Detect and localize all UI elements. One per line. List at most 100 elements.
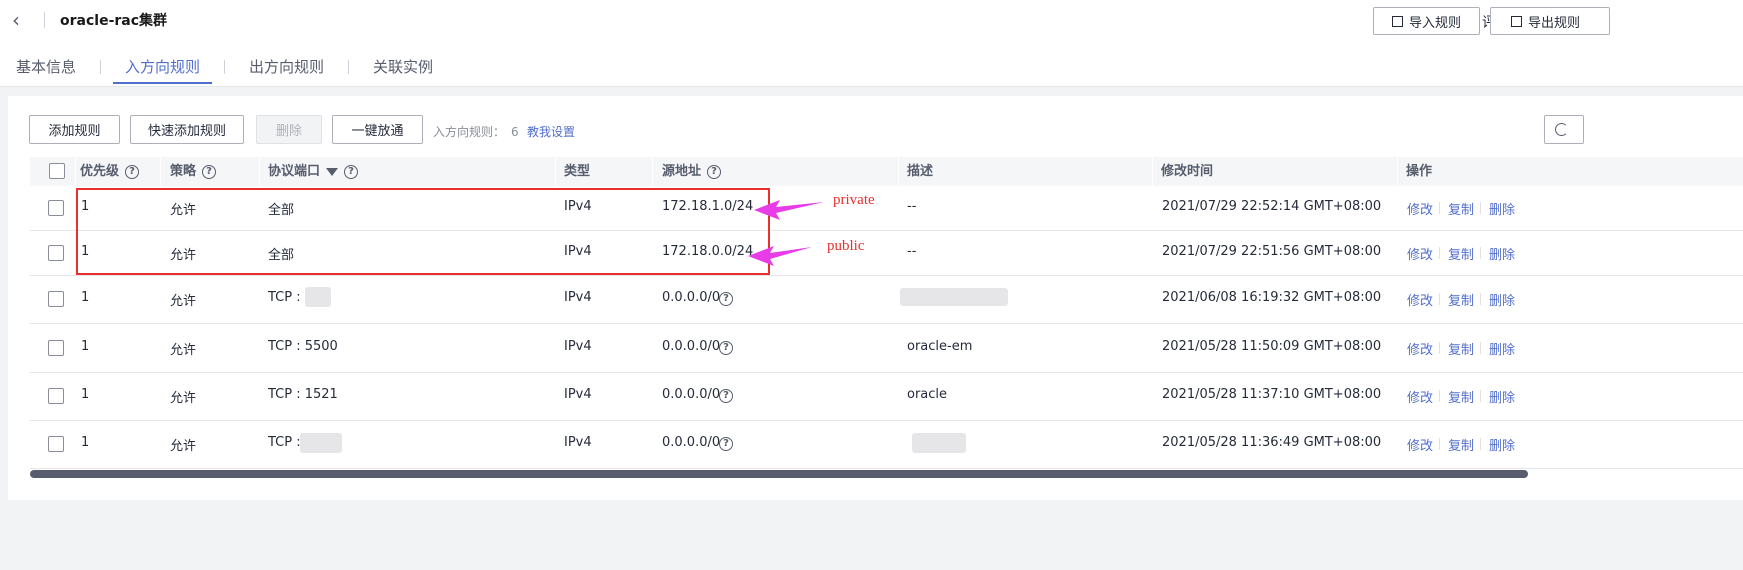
- delete-link[interactable]: 删除: [1489, 435, 1515, 454]
- cell-priority: 1: [81, 435, 90, 450]
- cell-description: --: [907, 243, 917, 259]
- cell-modified-time: 2021/05/28 11:37:10 GMT+08:00: [1162, 387, 1382, 402]
- import-icon: [1391, 15, 1403, 27]
- header-type: 类型: [564, 164, 591, 179]
- tab-divider: [100, 60, 102, 74]
- export-icon: [1511, 15, 1522, 27]
- cell-description: oracle-em: [907, 338, 973, 354]
- delete-link[interactable]: 删除: [1489, 199, 1515, 218]
- action-divider: [1439, 341, 1440, 354]
- cell-modified-time: 2021/06/08 16:19:32 GMT+08:00: [1162, 290, 1382, 305]
- divider: [44, 12, 45, 28]
- copy-link[interactable]: 复制: [1448, 387, 1474, 406]
- tab-associated-instances[interactable]: 关联实例: [373, 52, 433, 86]
- one-click-allow-button[interactable]: 一键放通: [332, 115, 423, 144]
- action-divider: [1480, 293, 1481, 305]
- action-divider: [1439, 202, 1440, 214]
- edit-link[interactable]: 修改: [1407, 339, 1433, 358]
- help-link[interactable]: 教我设置: [527, 123, 575, 140]
- cell-type: IPv4: [564, 290, 592, 305]
- help-icon[interactable]: ?: [202, 164, 217, 179]
- action-divider: [1480, 202, 1481, 214]
- row-checkbox[interactable]: [48, 388, 64, 404]
- refresh-icon[interactable]: [1544, 115, 1584, 144]
- export-rules-button[interactable]: 导出规则: [1490, 7, 1610, 35]
- cell-source: 0.0.0.0/0: [662, 435, 721, 450]
- page-title: oracle-rac集群: [60, 13, 168, 29]
- cell-policy: 允许: [170, 391, 197, 406]
- delete-link[interactable]: 删除: [1489, 244, 1515, 263]
- delete-link[interactable]: 删除: [1489, 290, 1515, 309]
- action-divider: [1480, 438, 1481, 450]
- tab-divider: [224, 60, 226, 74]
- cell-source: 0.0.0.0/0: [662, 387, 721, 402]
- import-rules-button[interactable]: 导入规则: [1373, 7, 1480, 35]
- delete-button[interactable]: 删除: [256, 115, 322, 144]
- header-priority-label: 优先级: [80, 164, 120, 179]
- arrow-public: [748, 246, 812, 266]
- arrow-private: [754, 200, 824, 220]
- horizontal-scrollbar[interactable]: [30, 470, 1528, 478]
- help-icon[interactable]: ?: [719, 292, 733, 306]
- copy-link[interactable]: 复制: [1448, 339, 1474, 358]
- redacted-port: [300, 433, 342, 453]
- row-checkbox[interactable]: [48, 244, 64, 261]
- filter-icon[interactable]: [326, 167, 339, 176]
- header-source: 源地址 ?: [662, 157, 722, 186]
- delete-link[interactable]: 删除: [1489, 339, 1515, 358]
- cell-type: IPv4: [564, 387, 592, 402]
- cell-policy: 允许: [170, 342, 197, 358]
- annotation-arrows: [748, 200, 824, 266]
- cell-policy: 允许: [170, 439, 197, 454]
- cell-modified-time: 2021/07/29 22:51:56 GMT+08:00: [1162, 243, 1382, 259]
- help-icon[interactable]: ?: [344, 164, 359, 179]
- copy-link[interactable]: 复制: [1448, 290, 1474, 309]
- row-checkbox[interactable]: [48, 339, 64, 356]
- cell-source: 0.0.0.0/0: [662, 338, 721, 354]
- edit-link[interactable]: 修改: [1407, 435, 1433, 454]
- redacted-description: [912, 433, 966, 453]
- add-rule-button[interactable]: 添加规则: [29, 115, 120, 144]
- row-checkbox[interactable]: [48, 436, 64, 452]
- cell-port: TCP : 1521: [268, 387, 338, 402]
- tab-basic-info[interactable]: 基本信息: [16, 52, 76, 86]
- cell-type: IPv4: [564, 435, 592, 450]
- cell-port: TCP :: [268, 290, 301, 305]
- cell-source: 0.0.0.0/0: [662, 290, 721, 305]
- cell-priority: 1: [81, 387, 90, 402]
- help-icon[interactable]: ?: [719, 340, 733, 355]
- action-divider: [1439, 438, 1440, 450]
- rule-count: 入方向规则： 6: [433, 123, 519, 140]
- header-modified-time: 修改时间: [1161, 164, 1214, 179]
- redacted-description: [900, 288, 1008, 306]
- header-source-label: 源地址: [662, 164, 702, 179]
- quick-add-rule-button[interactable]: 快速添加规则: [130, 115, 244, 144]
- header-priority: 优先级 ?: [80, 157, 140, 186]
- cell-modified-time: 2021/07/29 22:52:14 GMT+08:00: [1162, 199, 1382, 214]
- tab-outbound-rules[interactable]: 出方向规则: [249, 52, 324, 86]
- help-icon[interactable]: ?: [719, 437, 733, 451]
- tab-inbound-rules[interactable]: 入方向规则: [113, 52, 213, 86]
- cell-priority: 1: [81, 290, 90, 305]
- cell-modified-time: 2021/05/28 11:36:49 GMT+08:00: [1162, 435, 1382, 450]
- select-all-checkbox[interactable]: [49, 163, 65, 179]
- import-label: 导入规则: [1408, 15, 1461, 31]
- copy-link[interactable]: 复制: [1448, 244, 1474, 263]
- edit-link[interactable]: 修改: [1407, 290, 1433, 309]
- delete-link[interactable]: 删除: [1489, 387, 1515, 406]
- row-checkbox[interactable]: [48, 200, 64, 216]
- help-icon[interactable]: ?: [125, 164, 140, 179]
- header-port-label: 协议端口: [268, 164, 321, 179]
- header-policy-label: 策略: [170, 164, 197, 179]
- copy-link[interactable]: 复制: [1448, 199, 1474, 218]
- action-divider: [1480, 246, 1481, 259]
- back-arrow-icon[interactable]: ‹: [12, 8, 32, 32]
- copy-link[interactable]: 复制: [1448, 435, 1474, 454]
- edit-link[interactable]: 修改: [1407, 387, 1433, 406]
- help-icon[interactable]: ?: [719, 389, 733, 403]
- row-checkbox[interactable]: [48, 291, 64, 307]
- help-icon[interactable]: ?: [707, 164, 722, 179]
- action-divider: [1480, 390, 1481, 402]
- edit-link[interactable]: 修改: [1407, 199, 1433, 218]
- edit-link[interactable]: 修改: [1407, 244, 1433, 263]
